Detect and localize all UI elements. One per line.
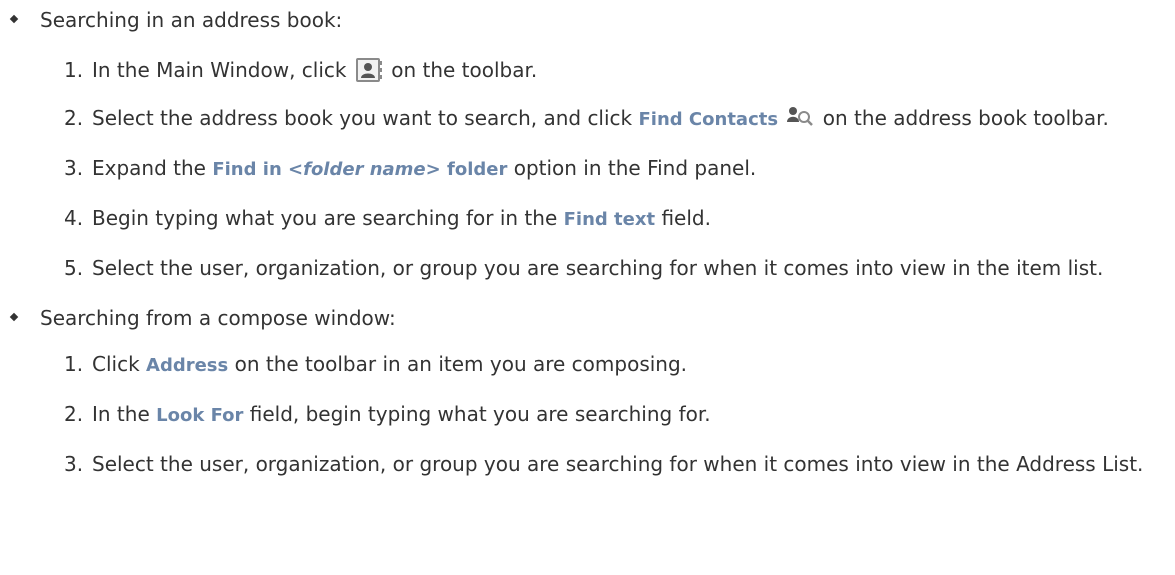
step-number: 2. [64,106,84,130]
bullet-label: Searching from a compose window: [40,306,396,330]
ui-term: Find in <folder name> folder [212,159,507,180]
ui-term: Look For [156,405,244,426]
document-body: Searching in an address book: 1. In the … [0,0,1175,478]
step-text: option in the Find panel. [513,156,757,180]
ui-term-italic: <folder name> [288,159,441,180]
step-text: on the toolbar in an item you are compos… [234,352,688,376]
bullet-address-book: Searching in an address book: [0,2,1175,34]
ui-term: Find Contacts [638,109,779,130]
step-text: In the Main Window, click [92,58,347,82]
step-number: 1. [64,352,84,376]
find-contacts-icon [787,107,814,126]
step-text: field. [661,206,711,230]
step: 1. Click Address on the toolbar in an it… [0,350,1152,380]
step-number: 1. [64,58,84,82]
step-text: Select the user, organization, or group … [92,256,1104,280]
step: 1. In the Main Window, click on the tool… [0,56,1152,84]
bullet-marker-icon [9,14,19,24]
step-number: 3. [64,452,84,476]
step-text: Click [92,352,140,376]
step-text: on the toolbar. [391,58,538,82]
step-number: 2. [64,402,84,426]
step-text: Begin typing what you are searching for … [92,206,558,230]
bullet-marker-icon [9,312,19,322]
ui-term-prefix: Find in [212,159,289,180]
step: 3. Select the user, organization, or gro… [0,450,1152,478]
step-text: Expand the [92,156,206,180]
step-text: In the [92,402,150,426]
ui-term: Address [146,355,229,376]
bullet-label: Searching in an address book: [40,8,343,32]
step: 2. Select the address book you want to s… [0,104,1152,134]
step: 5. Select the user, organization, or gro… [0,254,1152,282]
step-text: Select the user, organization, or group … [92,452,1144,476]
step-number: 5. [64,256,84,280]
bullet-compose-window: Searching from a compose window: [0,300,1175,332]
step: 2. In the Look For field, begin typing w… [0,400,1152,430]
steps-compose-window: 1. Click Address on the toolbar in an it… [0,350,1175,478]
step-text: Select the address book you want to sear… [92,106,633,130]
step-text: field, begin typing what you are searchi… [249,402,711,426]
step-number: 3. [64,156,84,180]
step: 3. Expand the Find in <folder name> fold… [0,154,1152,184]
address-book-icon [355,58,382,82]
steps-address-book: 1. In the Main Window, click on the tool… [0,56,1175,282]
ui-term-suffix: folder [440,159,508,180]
ui-term: Find text [563,209,656,230]
step: 4. Begin typing what you are searching f… [0,204,1152,234]
step-text: on the address book toolbar. [822,106,1109,130]
step-number: 4. [64,206,84,230]
